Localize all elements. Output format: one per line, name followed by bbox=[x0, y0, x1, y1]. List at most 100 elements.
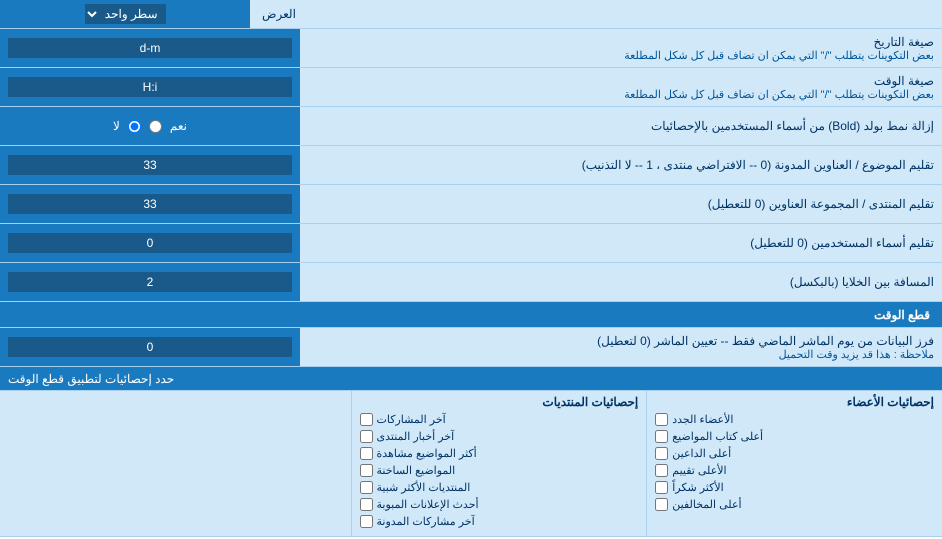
forum-address-input-cell[interactable] bbox=[0, 185, 300, 223]
user-names-row: تقليم أسماء المستخدمين (0 للتعطيل) bbox=[0, 224, 942, 263]
checkbox-top-inviters-label: أعلى الداعين bbox=[672, 447, 731, 460]
time-cut-right: فرز البيانات من يوم الماشر الماضي فقط --… bbox=[300, 328, 942, 366]
checkbox-top-writers-input[interactable] bbox=[655, 430, 668, 443]
checkbox-most-viewed-input[interactable] bbox=[360, 447, 373, 460]
checkbox-new-members[interactable]: الأعضاء الجدد bbox=[655, 413, 934, 426]
col2-header: إحصائيات المنتديات bbox=[360, 395, 639, 409]
checkbox-forum-news-input[interactable] bbox=[360, 430, 373, 443]
dropdown-cell[interactable]: سطر واحد bbox=[0, 0, 250, 28]
checkbox-hot-topics-label: المواضيع الساخنة bbox=[377, 464, 456, 477]
checkbox-blog-posts-input[interactable] bbox=[360, 515, 373, 528]
checkbox-top-violations-label: أعلى المخالفين bbox=[672, 498, 741, 511]
checkbox-top-writers-label: أعلى كتاب المواضيع bbox=[672, 430, 763, 443]
topic-address-label: تقليم الموضوع / العناوين المدونة (0 -- ا… bbox=[308, 158, 934, 172]
user-names-input-cell[interactable] bbox=[0, 224, 300, 262]
forum-address-row: تقليم المنتدى / المجموعة العناوين (0 للت… bbox=[0, 185, 942, 224]
time-cut-row: فرز البيانات من يوم الماشر الماضي فقط --… bbox=[0, 328, 942, 367]
checkbox-most-viewed[interactable]: أكثر المواضيع مشاهدة bbox=[360, 447, 639, 460]
cell-spacing-input[interactable] bbox=[8, 272, 292, 292]
checkbox-similar-forums[interactable]: المنتديات الأكثر شبية bbox=[360, 481, 639, 494]
forum-address-right: تقليم المنتدى / المجموعة العناوين (0 للت… bbox=[300, 185, 942, 223]
cell-spacing-input-cell[interactable] bbox=[0, 263, 300, 301]
time-format-label: صيغة الوقت bbox=[308, 74, 934, 88]
checkbox-new-members-label: الأعضاء الجدد bbox=[672, 413, 733, 426]
bold-removal-label: إزالة نمط بولد (Bold) من أسماء المستخدمي… bbox=[308, 119, 934, 133]
time-cut-input-cell[interactable] bbox=[0, 328, 300, 366]
checkbox-most-thanks-input[interactable] bbox=[655, 481, 668, 494]
checkbox-top-violations-input[interactable] bbox=[655, 498, 668, 511]
checkbox-top-inviters-input[interactable] bbox=[655, 447, 668, 460]
topic-address-row: تقليم الموضوع / العناوين المدونة (0 -- ا… bbox=[0, 146, 942, 185]
checkbox-blog-posts[interactable]: آخر مشاركات المدونة bbox=[360, 515, 639, 528]
checkbox-last-posts-input[interactable] bbox=[360, 413, 373, 426]
checkbox-classified-ads-label: أحدث الإعلانات المبوبة bbox=[377, 498, 479, 511]
time-cut-section-header: قطع الوقت bbox=[0, 302, 942, 328]
checkbox-classified-ads-input[interactable] bbox=[360, 498, 373, 511]
forum-address-label: تقليم المنتدى / المجموعة العناوين (0 للت… bbox=[308, 197, 934, 211]
time-format-right: صيغة الوقت بعض التكوينات يتطلب "/" التي … bbox=[300, 68, 942, 106]
checkboxes-section: حدد إحصائيات لتطبيق قطع الوقت إحصائيات ا… bbox=[0, 367, 942, 537]
checkbox-last-posts-label: آخر المشاركات bbox=[377, 413, 446, 426]
cell-spacing-row: المسافة بين الخلايا (بالبكسل) bbox=[0, 263, 942, 302]
checkbox-last-posts[interactable]: آخر المشاركات bbox=[360, 413, 639, 426]
checkbox-hot-topics-input[interactable] bbox=[360, 464, 373, 477]
checkbox-classified-ads[interactable]: أحدث الإعلانات المبوبة bbox=[360, 498, 639, 511]
date-format-input-cell[interactable] bbox=[0, 29, 300, 67]
radio-yes[interactable] bbox=[149, 120, 162, 133]
date-format-sublabel: بعض التكوينات يتطلب "/" التي يمكن ان تضا… bbox=[308, 49, 934, 62]
cell-spacing-label: المسافة بين الخلايا (بالبكسل) bbox=[308, 275, 934, 289]
time-format-sublabel: بعض التكوينات يتطلب "/" التي يمكن ان تضا… bbox=[308, 88, 934, 101]
checkbox-most-thanks-label: الأكثر شكراً bbox=[672, 481, 723, 494]
time-cut-note: ملاحظة : هذا قد يزيد وقت التحميل bbox=[308, 348, 934, 361]
checkbox-forum-news[interactable]: آخر أخبار المنتدى bbox=[360, 430, 639, 443]
checkbox-top-rated-label: الأعلى تقييم bbox=[672, 464, 726, 477]
checkboxes-header: حدد إحصائيات لتطبيق قطع الوقت bbox=[0, 367, 942, 391]
checkbox-hot-topics[interactable]: المواضيع الساخنة bbox=[360, 464, 639, 477]
user-names-input[interactable] bbox=[8, 233, 292, 253]
user-names-right: تقليم أسماء المستخدمين (0 للتعطيل) bbox=[300, 224, 942, 262]
date-format-input[interactable] bbox=[8, 38, 292, 58]
topic-address-input-cell[interactable] bbox=[0, 146, 300, 184]
bold-removal-right: إزالة نمط بولد (Bold) من أسماء المستخدمي… bbox=[300, 107, 942, 145]
date-format-row: صيغة التاريخ بعض التكوينات يتطلب "/" الت… bbox=[0, 29, 942, 68]
radio-group: نعم لا bbox=[113, 119, 187, 133]
forum-address-input[interactable] bbox=[8, 194, 292, 214]
checkbox-col-right bbox=[0, 391, 351, 536]
topic-address-right: تقليم الموضوع / العناوين المدونة (0 -- ا… bbox=[300, 146, 942, 184]
checkbox-top-writers[interactable]: أعلى كتاب المواضيع bbox=[655, 430, 934, 443]
checkbox-new-members-input[interactable] bbox=[655, 413, 668, 426]
time-cut-header-label: قطع الوقت bbox=[874, 308, 930, 322]
time-cut-input[interactable] bbox=[8, 337, 292, 357]
bold-removal-input-cell[interactable]: نعم لا bbox=[0, 107, 300, 145]
user-names-label: تقليم أسماء المستخدمين (0 للتعطيل) bbox=[308, 236, 934, 250]
checkboxes-grid: إحصائيات الأعضاء الأعضاء الجدد أعلى كتاب… bbox=[0, 391, 942, 536]
checkbox-col-members: إحصائيات الأعضاء الأعضاء الجدد أعلى كتاب… bbox=[646, 391, 942, 536]
time-cut-label: فرز البيانات من يوم الماشر الماضي فقط --… bbox=[308, 334, 934, 348]
checkbox-similar-forums-label: المنتديات الأكثر شبية bbox=[377, 481, 471, 494]
checkbox-top-inviters[interactable]: أعلى الداعين bbox=[655, 447, 934, 460]
radio-yes-label: نعم bbox=[170, 119, 187, 133]
bold-removal-row: إزالة نمط بولد (Bold) من أسماء المستخدمي… bbox=[0, 107, 942, 146]
checkbox-blog-posts-label: آخر مشاركات المدونة bbox=[377, 515, 475, 528]
topic-address-input[interactable] bbox=[8, 155, 292, 175]
date-format-right: صيغة التاريخ بعض التكوينات يتطلب "/" الت… bbox=[300, 29, 942, 67]
time-format-input[interactable] bbox=[8, 77, 292, 97]
checkbox-top-rated-input[interactable] bbox=[655, 464, 668, 477]
page-title: العرض bbox=[250, 0, 942, 28]
checkbox-most-thanks[interactable]: الأكثر شكراً bbox=[655, 481, 934, 494]
checkbox-top-violations[interactable]: أعلى المخالفين bbox=[655, 498, 934, 511]
view-dropdown[interactable]: سطر واحد bbox=[85, 4, 166, 24]
checkbox-forum-news-label: آخر أخبار المنتدى bbox=[377, 430, 455, 443]
radio-no[interactable] bbox=[128, 120, 141, 133]
checkbox-most-viewed-label: أكثر المواضيع مشاهدة bbox=[377, 447, 477, 460]
time-format-input-cell[interactable] bbox=[0, 68, 300, 106]
checkboxes-header-label: حدد إحصائيات لتطبيق قطع الوقت bbox=[8, 372, 174, 386]
time-format-row: صيغة الوقت بعض التكوينات يتطلب "/" التي … bbox=[0, 68, 942, 107]
checkbox-top-rated[interactable]: الأعلى تقييم bbox=[655, 464, 934, 477]
title-text: العرض bbox=[262, 7, 296, 21]
top-row: العرض سطر واحد bbox=[0, 0, 942, 29]
date-format-label: صيغة التاريخ bbox=[308, 35, 934, 49]
col1-header: إحصائيات الأعضاء bbox=[655, 395, 934, 409]
checkbox-col-forums: إحصائيات المنتديات آخر المشاركات آخر أخب… bbox=[351, 391, 647, 536]
checkbox-similar-forums-input[interactable] bbox=[360, 481, 373, 494]
